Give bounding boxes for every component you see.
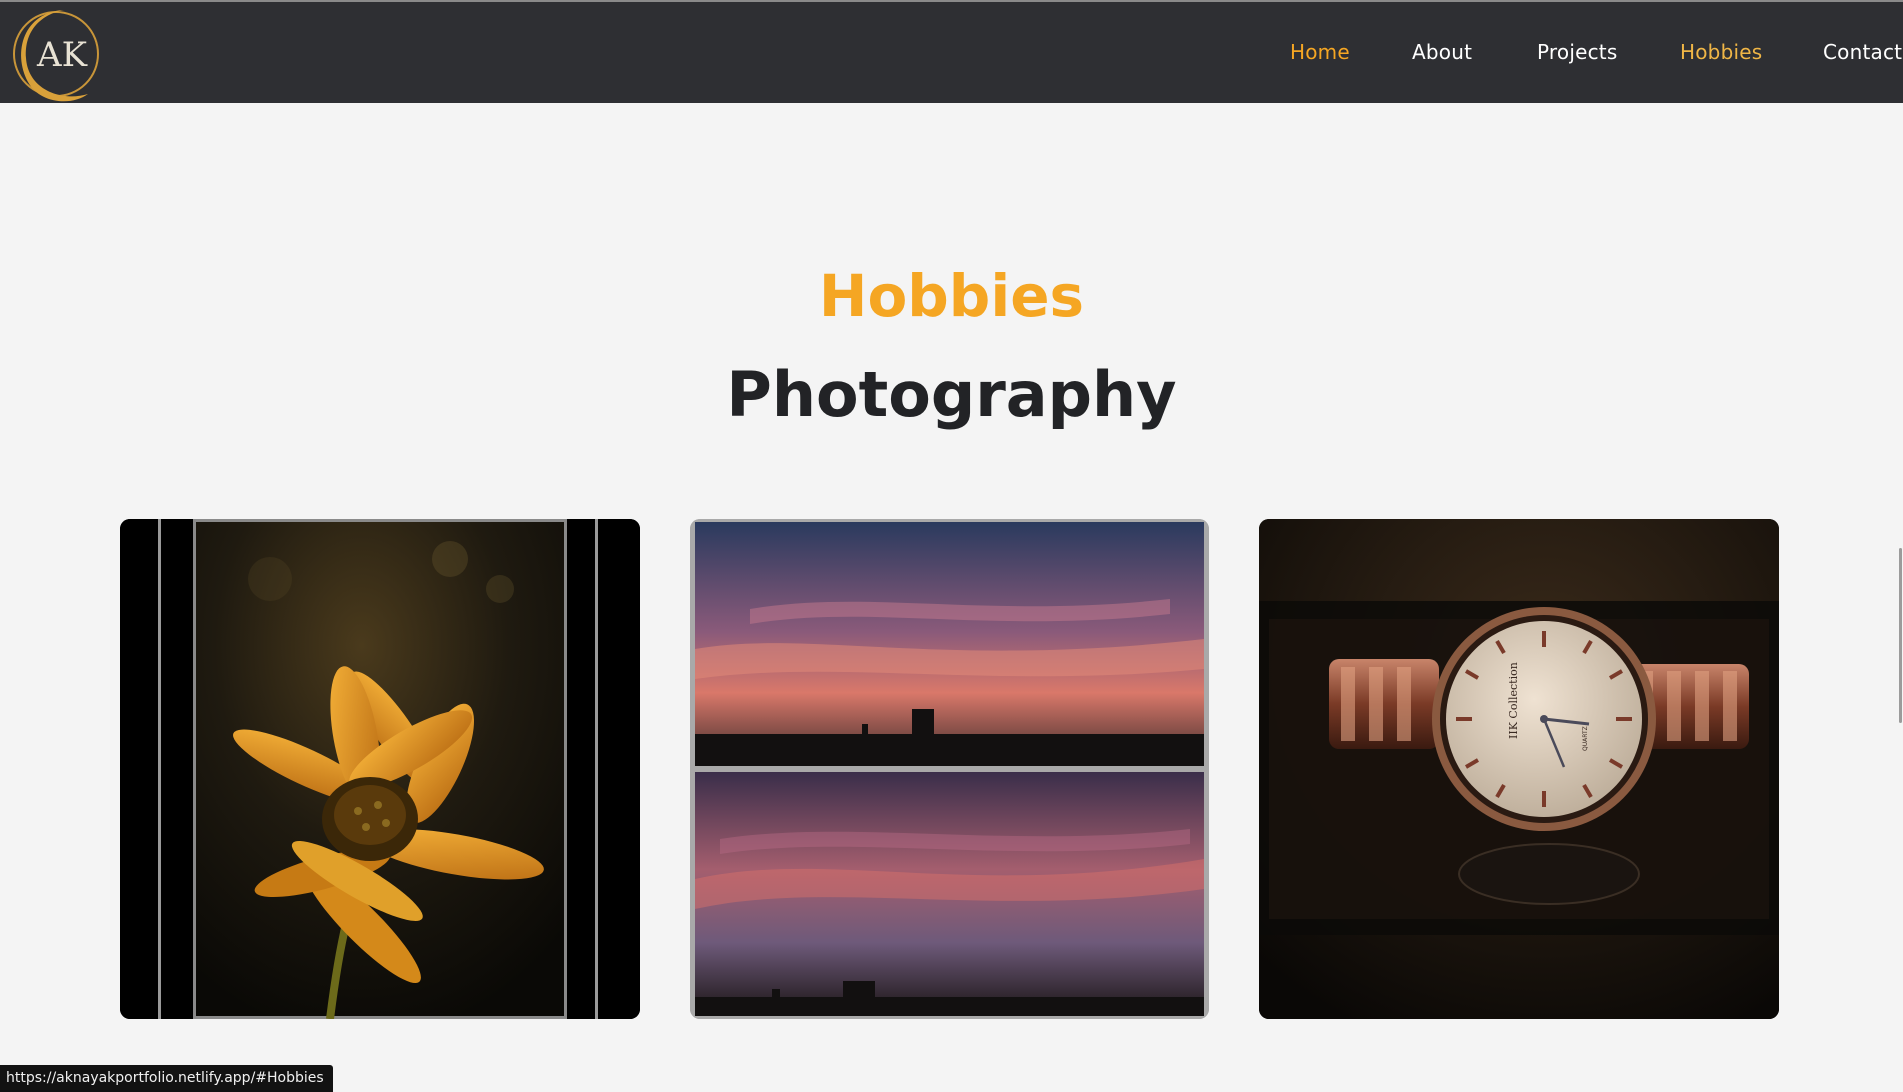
nav-hobbies[interactable]: Hobbies [1680, 40, 1762, 64]
gallery-photo-watch[interactable]: IIK Collection QUARTZ [1259, 519, 1779, 1019]
section-subtitle: Photography [726, 358, 1177, 431]
nav-contact[interactable]: Contact [1823, 40, 1902, 64]
nav-projects[interactable]: Projects [1537, 40, 1617, 64]
gallery-photo-sunset[interactable] [690, 519, 1209, 1019]
watch-brand-text: IIK Collection [1507, 662, 1520, 739]
gallery-photo-flower[interactable] [120, 519, 640, 1019]
nav-about[interactable]: About [1412, 40, 1472, 64]
nav-home[interactable]: Home [1290, 40, 1350, 64]
status-bar-url: https://aknayakportfolio.netlify.app/#Ho… [0, 1065, 333, 1092]
section-title: Hobbies [818, 262, 1085, 330]
watch-dial-text: QUARTZ [1582, 726, 1589, 751]
main-nav: Home About Projects Hobbies Contact [0, 2, 1903, 103]
scrollbar-thumb[interactable] [1899, 548, 1902, 723]
site-header: AK Home About Projects Hobbies Contact [0, 2, 1903, 103]
